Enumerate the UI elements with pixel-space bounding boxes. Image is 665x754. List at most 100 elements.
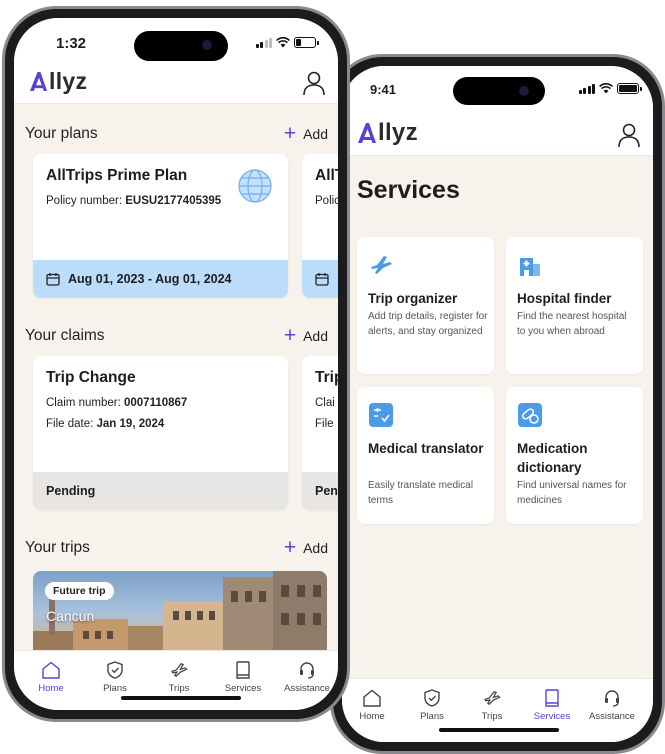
headset-icon <box>605 690 619 707</box>
trips-section-header: Your trips + Add <box>14 537 338 563</box>
plane-icon <box>371 256 392 274</box>
tab-assistance[interactable]: Assistance <box>582 689 642 722</box>
calendar-icon <box>315 273 329 286</box>
tab-trips[interactable]: Trips <box>462 689 522 722</box>
user-icon[interactable] <box>617 122 641 148</box>
tab-home[interactable]: Home <box>342 689 402 722</box>
claim-title: Trip Change <box>46 369 136 386</box>
allyz-logo[interactable]: llyz <box>357 119 418 147</box>
signal-icon <box>578 83 595 94</box>
status-time: 9:41 <box>370 82 397 97</box>
tab-label: Services <box>224 683 262 694</box>
add-label: Add <box>303 125 328 142</box>
policy-label: Polic <box>315 195 338 207</box>
file-date-label: File <box>315 418 334 430</box>
trip-city: Cancun <box>46 608 95 624</box>
camera-icon <box>519 86 529 96</box>
app-header: llyz <box>342 114 653 156</box>
plan-title: AllT <box>315 167 338 184</box>
status-icons <box>255 37 319 48</box>
add-plan-button[interactable]: + Add <box>284 123 328 144</box>
home-screen: 1:32 llyz Your plans + Add AllTrips Prim… <box>14 18 338 710</box>
page-title: Services <box>357 176 460 204</box>
home-icon <box>363 689 381 707</box>
plane-icon <box>171 663 188 677</box>
globe-icon <box>238 169 272 203</box>
service-description: Add trip details, register for alerts, a… <box>368 311 488 337</box>
trip-status-badge: Future trip <box>45 582 114 600</box>
plan-title: AllTrips Prime Plan <box>46 167 188 184</box>
tab-label: Plans <box>103 683 127 694</box>
claim-status: Pending <box>33 472 288 510</box>
tab-trips[interactable]: Trips <box>149 661 209 694</box>
service-card-hospital-finder[interactable]: Hospital finder Find the nearest hospita… <box>506 237 643 374</box>
tab-services[interactable]: Services <box>522 689 582 722</box>
home-indicator <box>121 696 241 700</box>
service-name: Medication dictionary <box>517 441 588 475</box>
services-screen: 9:41 llyz Services Trip organizer Add tr… <box>342 66 653 742</box>
tab-label: Services <box>533 711 571 722</box>
plus-icon: + <box>283 324 297 347</box>
claim-status: Pen <box>302 472 338 510</box>
tab-plans[interactable]: Plans <box>85 661 145 694</box>
service-card-medical-translator[interactable]: Medical translator Easily translate medi… <box>357 387 494 524</box>
service-card-trip-organizer[interactable]: Trip organizer Add trip details, registe… <box>357 237 494 374</box>
plan-dates-bar: Aug 01, 2023 - Aug 01, 2024 <box>33 260 288 298</box>
shield-icon <box>107 661 123 679</box>
plan-dates-bar <box>302 260 338 298</box>
camera-icon <box>202 40 212 50</box>
dynamic-island <box>134 31 228 61</box>
tab-assistance[interactable]: Assistance <box>277 661 337 694</box>
app-header: llyz <box>14 64 338 104</box>
status-time: 1:32 <box>56 35 87 52</box>
service-name: Medical translator <box>368 441 484 456</box>
plan-card-partial[interactable]: AllT Polic <box>302 154 338 298</box>
allyz-a-logo <box>29 72 48 91</box>
service-card-medication-dictionary[interactable]: Medication dictionary Find universal nam… <box>506 387 643 524</box>
file-date: Jan 19, 2024 <box>96 418 165 430</box>
allyz-a-logo <box>358 123 376 143</box>
tab-label: Home <box>359 711 385 722</box>
section-title: Your claims <box>25 327 105 344</box>
add-trip-button[interactable]: + Add <box>284 537 328 558</box>
add-label: Add <box>303 539 328 556</box>
home-phone: 1:32 llyz Your plans + Add AllTrips Prim… <box>2 6 350 722</box>
file-date-label: File date: <box>46 418 94 430</box>
battery-icon <box>617 83 642 94</box>
wifi-icon <box>599 83 613 94</box>
service-description: Find the nearest hospital to you when ab… <box>517 311 627 337</box>
claims-section-header: Your claims + Add <box>14 325 338 351</box>
tab-label: Trips <box>481 711 503 722</box>
service-name: Trip organizer <box>368 291 458 306</box>
policy-line: Policy number: EUSU2177405395 <box>46 195 221 207</box>
wifi-icon <box>276 37 290 48</box>
service-name: Hospital finder <box>517 291 612 306</box>
tab-label: Assistance <box>589 711 635 722</box>
claim-number-label: Claim number: <box>46 397 121 409</box>
claim-number-label: Clai <box>315 397 335 409</box>
status-icons <box>578 83 642 94</box>
claim-number-line: Claim number: 0007110867 <box>46 397 187 409</box>
plan-card[interactable]: AllTrips Prime Plan Policy number: EUSU2… <box>33 154 288 298</box>
section-title: Your trips <box>25 539 90 556</box>
home-icon <box>42 661 60 679</box>
hospital-icon <box>520 258 540 276</box>
bottom-tab-bar: Home Plans Trips Services Assistance <box>342 678 653 742</box>
tab-services[interactable]: Services <box>213 661 273 694</box>
user-icon[interactable] <box>302 70 326 96</box>
policy-label: Policy number: <box>46 195 123 207</box>
claim-card[interactable]: Trip Change Claim number: 0007110867 Fil… <box>33 356 288 510</box>
section-title: Your plans <box>25 125 98 142</box>
tab-plans[interactable]: Plans <box>402 689 462 722</box>
battery-icon <box>294 37 319 48</box>
allyz-logo[interactable]: llyz <box>29 68 87 95</box>
add-claim-button[interactable]: + Add <box>284 325 328 346</box>
claim-card-partial[interactable]: Trip Clai File Pen <box>302 356 338 510</box>
home-indicator <box>439 728 559 732</box>
plus-icon: + <box>283 122 297 145</box>
tab-home[interactable]: Home <box>21 661 81 694</box>
file-date-line: File date: Jan 19, 2024 <box>46 418 164 430</box>
add-label: Add <box>303 327 328 344</box>
service-description: Find universal names for medicines <box>517 480 627 506</box>
service-description: Easily translate medical terms <box>368 480 474 506</box>
